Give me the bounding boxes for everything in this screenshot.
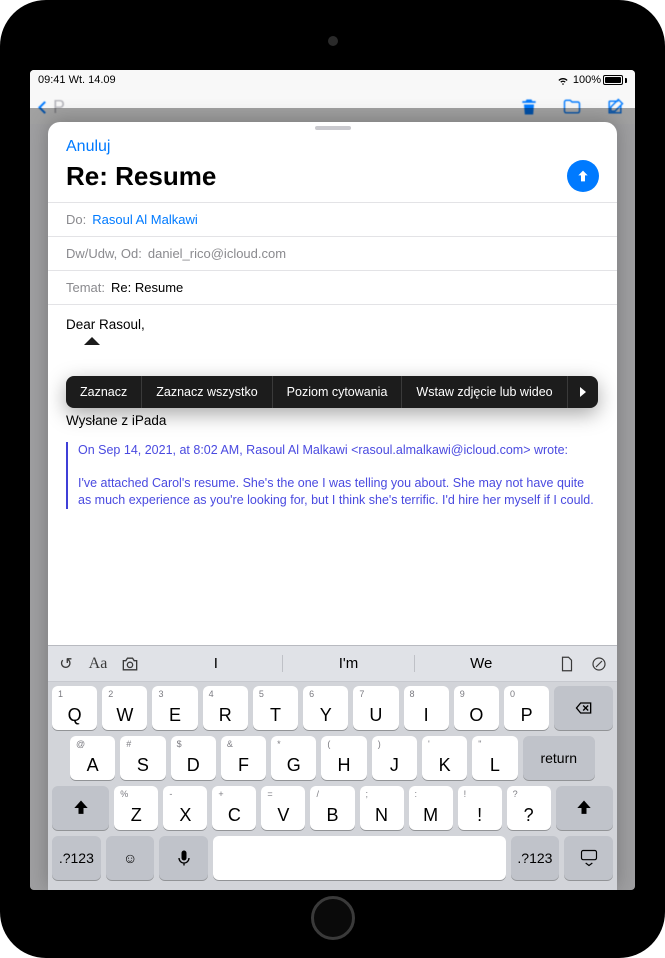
key-r[interactable]: 4R	[203, 686, 248, 730]
cc-value: daniel_rico@icloud.com	[148, 246, 286, 261]
wifi-icon	[557, 74, 569, 86]
key-l[interactable]: "L	[472, 736, 517, 780]
quote-meta: On Sep 14, 2021, at 8:02 AM, Rasoul Al M…	[78, 442, 599, 459]
popover-more[interactable]	[568, 376, 598, 408]
key-i[interactable]: 8I	[404, 686, 449, 730]
key-w[interactable]: 2W	[102, 686, 147, 730]
subject-value: Re: Resume	[111, 280, 183, 295]
key-space[interactable]	[213, 836, 505, 880]
camera-icon[interactable]	[120, 654, 140, 674]
cancel-button[interactable]: Anuluj	[66, 138, 599, 156]
popover-quote-level[interactable]: Poziom cytowania	[273, 376, 403, 408]
key-emoji[interactable]: ☺	[106, 836, 155, 880]
ipad-device: 09:41 Wt. 14.09 100% P	[0, 0, 665, 958]
key-backspace[interactable]	[554, 686, 613, 730]
cc-label: Dw/Udw, Od:	[66, 246, 142, 261]
prediction-2[interactable]: I'm	[283, 655, 416, 672]
key-u[interactable]: 7U	[353, 686, 398, 730]
popover-select-all[interactable]: Zaznacz wszystko	[142, 376, 272, 408]
to-label: Do:	[66, 212, 86, 227]
key-d[interactable]: $D	[171, 736, 216, 780]
compose-title: Re: Resume	[66, 161, 216, 192]
key-z[interactable]: %Z	[114, 786, 158, 830]
keyboard: ↺ Aa I I'm We	[48, 645, 617, 890]
key-h[interactable]: (H	[321, 736, 366, 780]
compose-sheet: Anuluj Re: Resume Do: Rasoul Al Malkawi …	[48, 122, 617, 890]
key-numbers-right[interactable]: .?123	[511, 836, 560, 880]
prediction-3[interactable]: We	[415, 655, 547, 672]
key-return[interactable]: return	[523, 736, 595, 780]
key-p[interactable]: 0P	[504, 686, 549, 730]
key-t[interactable]: 5T	[253, 686, 298, 730]
status-right: 100%	[557, 74, 627, 86]
subject-field[interactable]: Temat: Re: Resume	[48, 271, 617, 305]
popover-caret	[84, 337, 100, 345]
hide-keyboard-icon	[579, 848, 599, 868]
chevron-right-icon	[578, 387, 588, 397]
key-e[interactable]: 3E	[152, 686, 197, 730]
key-shift-left[interactable]	[52, 786, 109, 830]
keyboard-toolbar: ↺ Aa I I'm We	[48, 646, 617, 682]
subject-label: Temat:	[66, 280, 105, 295]
key-q[interactable]: 1Q	[52, 686, 97, 730]
backspace-icon	[574, 698, 594, 718]
edit-popover: Zaznacz Zaznacz wszystko Poziom cytowani…	[66, 376, 598, 408]
key-k[interactable]: 'K	[422, 736, 467, 780]
status-time: 09:41 Wt. 14.09	[38, 74, 116, 86]
to-field[interactable]: Do: Rasoul Al Malkawi	[48, 203, 617, 237]
mic-icon	[174, 848, 194, 868]
text-format-icon[interactable]: Aa	[88, 654, 108, 674]
key-dictation[interactable]	[159, 836, 208, 880]
popover-select[interactable]: Zaznacz	[66, 376, 142, 408]
key-o[interactable]: 9O	[454, 686, 499, 730]
send-button[interactable]	[567, 160, 599, 192]
key-v[interactable]: =V	[261, 786, 305, 830]
to-value[interactable]: Rasoul Al Malkawi	[92, 212, 198, 227]
signature: Wysłane z iPada	[66, 413, 599, 428]
key-s[interactable]: #S	[120, 736, 165, 780]
key-y[interactable]: 6Y	[303, 686, 348, 730]
key-qmark[interactable]: ??	[507, 786, 551, 830]
sheet-grabber[interactable]	[315, 126, 351, 130]
key-g[interactable]: *G	[271, 736, 316, 780]
cc-from-field[interactable]: Dw/Udw, Od: daniel_rico@icloud.com	[48, 237, 617, 271]
battery-percent: 100%	[573, 74, 601, 86]
key-b[interactable]: /B	[310, 786, 354, 830]
markup-icon[interactable]	[589, 654, 609, 674]
quote-body: I've attached Carol's resume. She's the …	[78, 475, 599, 509]
key-shift-right[interactable]	[556, 786, 613, 830]
key-m[interactable]: :M	[409, 786, 453, 830]
key-c[interactable]: +C	[212, 786, 256, 830]
arrow-up-icon	[575, 168, 591, 184]
screen: 09:41 Wt. 14.09 100% P	[30, 70, 635, 890]
predictions: I I'm We	[150, 655, 547, 672]
key-excl[interactable]: !!	[458, 786, 502, 830]
front-camera	[328, 36, 338, 46]
key-j[interactable]: )J	[372, 736, 417, 780]
prediction-1[interactable]: I	[150, 655, 283, 672]
compose-body[interactable]: Dear Rasoul, Zaznacz Zaznacz wszystko Po…	[48, 305, 617, 645]
status-bar: 09:41 Wt. 14.09 100%	[30, 70, 635, 90]
popover-insert-media[interactable]: Wstaw zdjęcie lub wideo	[402, 376, 567, 408]
emoji-icon: ☺	[123, 850, 137, 866]
key-f[interactable]: &F	[221, 736, 266, 780]
key-numbers-left[interactable]: .?123	[52, 836, 101, 880]
undo-icon[interactable]: ↺	[56, 654, 76, 674]
shift-icon	[71, 798, 91, 818]
battery-indicator: 100%	[573, 74, 627, 86]
key-hide-keyboard[interactable]	[564, 836, 613, 880]
key-x[interactable]: -X	[163, 786, 207, 830]
header-fields: Do: Rasoul Al Malkawi Dw/Udw, Od: daniel…	[48, 202, 617, 305]
scan-doc-icon[interactable]	[557, 654, 577, 674]
body-greeting: Dear Rasoul,	[66, 317, 599, 332]
key-a[interactable]: @A	[70, 736, 115, 780]
quoted-message: On Sep 14, 2021, at 8:02 AM, Rasoul Al M…	[66, 442, 599, 509]
shift-icon	[574, 798, 594, 818]
home-button[interactable]	[311, 896, 355, 940]
key-n[interactable]: ;N	[360, 786, 404, 830]
